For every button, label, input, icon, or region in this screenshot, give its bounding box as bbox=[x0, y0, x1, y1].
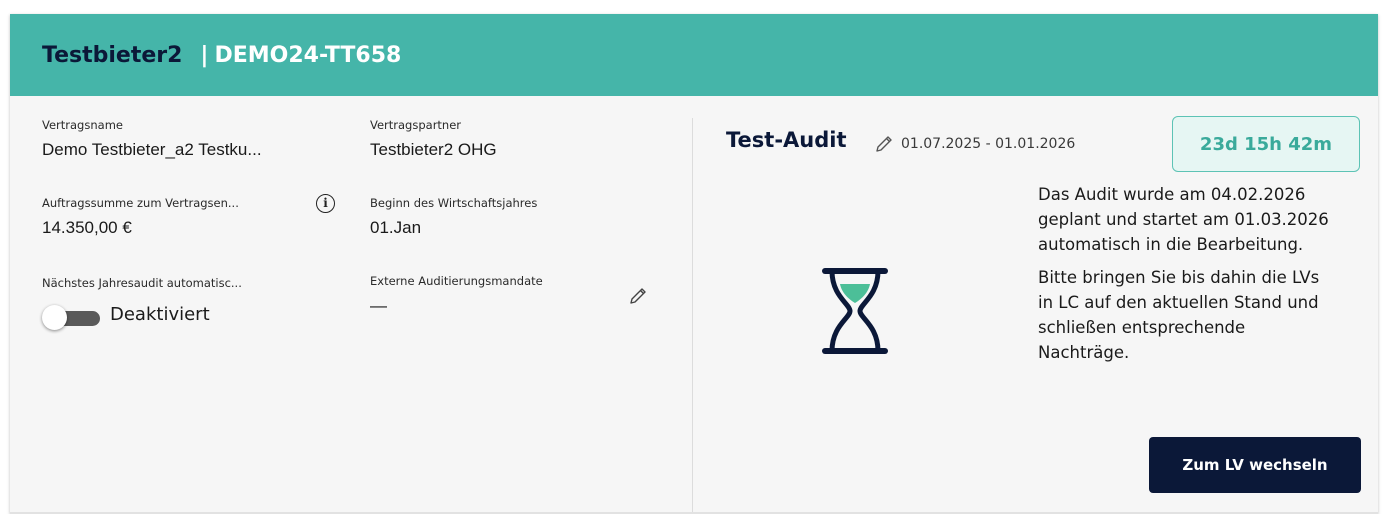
header-separator: | bbox=[200, 42, 209, 68]
edit-mandates-pencil-icon[interactable] bbox=[628, 286, 648, 311]
switch-to-lv-button[interactable]: Zum LV wechseln bbox=[1149, 437, 1361, 493]
fiscal-year-start-label: Beginn des Wirtschaftsjahres bbox=[370, 196, 538, 210]
column-divider bbox=[692, 118, 693, 512]
field-next-audit: Nächstes Jahresaudit automatisc... bbox=[42, 276, 242, 290]
countdown-badge: 23d 15h 42m bbox=[1172, 116, 1360, 172]
contract-name-value: Demo Testbieter_a2 Testku... bbox=[42, 140, 262, 159]
next-audit-toggle[interactable] bbox=[42, 305, 102, 330]
audit-card: Testbieter2 | DEMO24-TT658 Vertragsname … bbox=[10, 14, 1378, 514]
audit-description-paragraph: Bitte bringen Sie bis dahin die LVs in L… bbox=[1038, 268, 1320, 362]
toggle-knob bbox=[42, 305, 67, 330]
contract-name-label: Vertragsname bbox=[42, 118, 123, 132]
order-sum-label: Auftragssumme zum Vertragsen... bbox=[42, 196, 239, 210]
fiscal-year-start-value: 01.Jan bbox=[370, 218, 422, 237]
field-contract-name: Vertragsname Demo Testbieter_a2 Testku..… bbox=[42, 118, 262, 160]
audit-date-range: 01.07.2025 - 01.01.2026 bbox=[901, 136, 1076, 152]
field-order-sum: Auftragssumme zum Vertragsen... 14.350,0… bbox=[42, 196, 239, 238]
external-mandates-label: Externe Auditierungsmandate bbox=[370, 274, 543, 288]
contract-partner-label: Vertragspartner bbox=[370, 118, 462, 132]
project-code: DEMO24-TT658 bbox=[214, 42, 402, 68]
order-sum-value: 14.350,00 € bbox=[42, 218, 132, 237]
next-audit-label: Nächstes Jahresaudit automatisc... bbox=[42, 276, 242, 290]
info-icon[interactable]: i bbox=[316, 194, 335, 213]
edit-audit-pencil-icon[interactable] bbox=[874, 134, 894, 159]
bidder-name: Testbieter2 bbox=[42, 42, 183, 68]
hourglass-icon bbox=[820, 266, 890, 361]
contract-partner-value: Testbieter2 OHG bbox=[370, 140, 497, 159]
audit-title: Test-Audit bbox=[726, 128, 847, 152]
card-body: Vertragsname Demo Testbieter_a2 Testku..… bbox=[10, 96, 1378, 514]
audit-description-paragraph: Das Audit wurde am 04.02.2026 geplant un… bbox=[1038, 185, 1329, 254]
external-mandates-value: — bbox=[370, 296, 387, 315]
card-header: Testbieter2 | DEMO24-TT658 bbox=[10, 14, 1378, 96]
field-fiscal-year-start: Beginn des Wirtschaftsjahres 01.Jan bbox=[370, 196, 537, 238]
audit-description: Das Audit wurde am 04.02.2026 geplant un… bbox=[1038, 182, 1338, 365]
field-external-mandates: Externe Auditierungsmandate — bbox=[370, 274, 543, 316]
next-audit-toggle-label: Deaktiviert bbox=[110, 304, 210, 325]
field-contract-partner: Vertragspartner Testbieter2 OHG bbox=[370, 118, 497, 160]
